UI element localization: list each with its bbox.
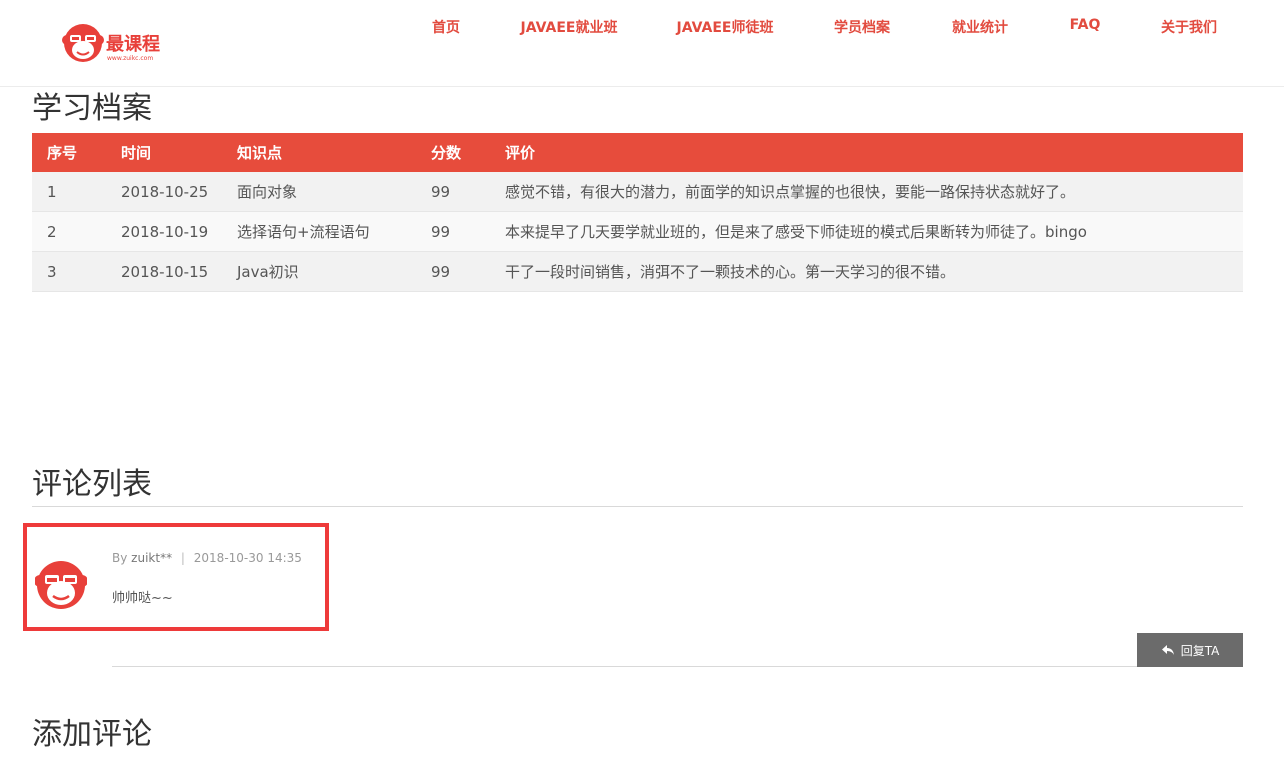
reply-button-label: 回复TA bbox=[1180, 643, 1220, 658]
comment-author: zuikt** bbox=[131, 551, 173, 565]
column-header-date: 时间 bbox=[106, 133, 222, 172]
column-header-topic: 知识点 bbox=[222, 133, 416, 172]
site-header: 最课程 www.zuikc.com 首页 JAVAEE就业班 JAVAEE师徒班… bbox=[0, 0, 1284, 87]
add-comment-title: 添加评论 bbox=[32, 717, 152, 752]
cell-review: 感觉不错，有很大的潜力，前面学的知识点掌握的也很快，要能一路保持状态就好了。 bbox=[490, 172, 1243, 212]
cell-date: 2018-10-25 bbox=[106, 172, 222, 212]
nav-item-student-records[interactable]: 学员档案 bbox=[834, 17, 890, 37]
records-title: 学习档案 bbox=[32, 91, 152, 126]
table-row: 1 2018-10-25 面向对象 99 感觉不错，有很大的潜力，前面学的知识点… bbox=[32, 172, 1243, 212]
reply-icon bbox=[1161, 645, 1174, 655]
table-header-row: 序号 时间 知识点 分数 评价 bbox=[32, 133, 1243, 172]
records-table: 序号 时间 知识点 分数 评价 1 2018-10-25 面向对象 99 感觉不… bbox=[32, 133, 1243, 292]
table-row: 2 2018-10-19 选择语句+流程语句 99 本来提早了几天要学就业班的，… bbox=[32, 211, 1243, 252]
nav-item-javaee-mentor-class[interactable]: JAVAEE师徒班 bbox=[677, 17, 774, 37]
cell-score: 99 bbox=[416, 172, 490, 212]
cell-score: 99 bbox=[416, 251, 490, 292]
comment-by-label: By bbox=[112, 551, 128, 565]
column-header-review: 评价 bbox=[490, 133, 1243, 172]
avatar bbox=[35, 561, 87, 609]
cell-index: 2 bbox=[32, 211, 106, 252]
comments-divider bbox=[32, 506, 1243, 507]
nav-item-javaee-job-class[interactable]: JAVAEE就业班 bbox=[521, 17, 618, 37]
comment-meta: By zuikt** | 2018-10-30 14:35 bbox=[112, 551, 302, 565]
column-header-score: 分数 bbox=[416, 133, 490, 172]
cell-topic: 面向对象 bbox=[222, 172, 416, 212]
main-nav: 首页 JAVAEE就业班 JAVAEE师徒班 学员档案 就业统计 FAQ 关于我… bbox=[0, 17, 1284, 37]
cell-score: 99 bbox=[416, 211, 490, 252]
cell-index: 1 bbox=[32, 172, 106, 212]
cell-review: 干了一段时间销售，消弭不了一颗技术的心。第一天学习的很不错。 bbox=[490, 251, 1243, 292]
nav-item-employment-stats[interactable]: 就业统计 bbox=[952, 17, 1008, 37]
table-row: 3 2018-10-15 Java初识 99 干了一段时间销售，消弭不了一颗技术… bbox=[32, 251, 1243, 292]
reply-button[interactable]: 回复TA bbox=[1137, 633, 1243, 667]
brand-url: www.zuikc.com bbox=[107, 55, 154, 62]
comment-meta-separator: | bbox=[180, 551, 185, 565]
cell-review: 本来提早了几天要学就业班的，但是来了感受下师徒班的模式后果断转为师徒了。bing… bbox=[490, 211, 1243, 252]
comments-title: 评论列表 bbox=[32, 467, 152, 502]
cell-index: 3 bbox=[32, 251, 106, 292]
nav-item-home[interactable]: 首页 bbox=[432, 17, 460, 37]
nav-item-about-us[interactable]: 关于我们 bbox=[1161, 17, 1217, 37]
column-header-index: 序号 bbox=[32, 133, 106, 172]
cell-topic: Java初识 bbox=[222, 251, 416, 292]
cell-date: 2018-10-15 bbox=[106, 251, 222, 292]
nav-item-faq[interactable]: FAQ bbox=[1070, 17, 1101, 33]
cell-topic: 选择语句+流程语句 bbox=[222, 211, 416, 252]
cell-date: 2018-10-19 bbox=[106, 211, 222, 252]
comment-timestamp: 2018-10-30 14:35 bbox=[193, 551, 302, 565]
comment-divider bbox=[112, 666, 1137, 667]
comment-text: 帅帅哒~~ bbox=[112, 591, 173, 606]
